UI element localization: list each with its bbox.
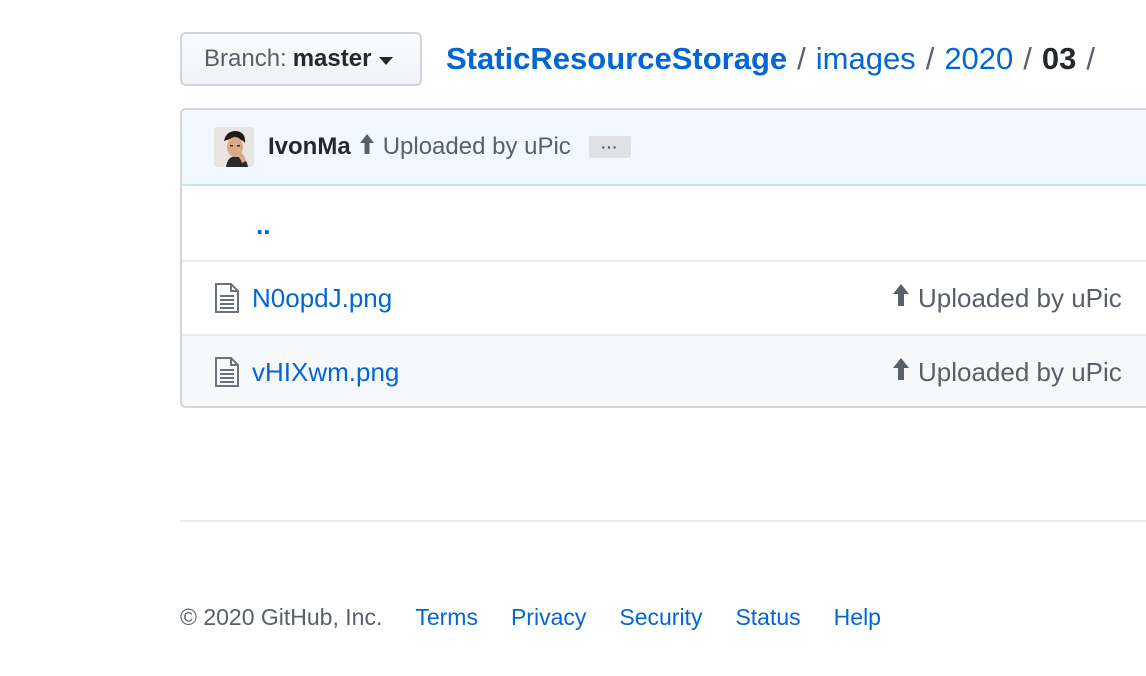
expand-commit-button[interactable]: ··· bbox=[588, 136, 631, 158]
parent-directory-row: .. bbox=[182, 186, 1146, 260]
file-link[interactable]: vHIXwm.png bbox=[252, 357, 399, 388]
page: Branch: master StaticResourceStorage / i… bbox=[0, 0, 1146, 676]
file-row: vHIXwm.png Uploaded by uPic bbox=[182, 334, 1146, 406]
breadcrumb-separator: / bbox=[1086, 41, 1096, 76]
arrow-up-icon bbox=[892, 357, 910, 388]
commit-author[interactable]: IvonMa bbox=[268, 133, 351, 161]
file-commit-message[interactable]: Uploaded by uPic bbox=[892, 336, 1122, 406]
breadcrumb-images-link[interactable]: images bbox=[816, 41, 916, 77]
breadcrumb-2020-link[interactable]: 2020 bbox=[944, 41, 1013, 77]
breadcrumb-current: 03 bbox=[1041, 41, 1077, 76]
file-commit-text: Uploaded by uPic bbox=[918, 356, 1122, 387]
breadcrumb: StaticResourceStorage / images / 2020 / … bbox=[446, 38, 1105, 80]
avatar[interactable] bbox=[214, 127, 254, 167]
commit-message[interactable]: Uploaded by uPic bbox=[383, 133, 571, 161]
file-row: N0opdJ.png Uploaded by uPic bbox=[182, 260, 1146, 334]
file-commit-message[interactable]: Uploaded by uPic bbox=[892, 262, 1122, 334]
footer-link-terms[interactable]: Terms bbox=[415, 604, 478, 631]
file-icon bbox=[215, 283, 239, 313]
breadcrumb-separator: / bbox=[925, 41, 935, 76]
footer-link-security[interactable]: Security bbox=[619, 604, 702, 631]
file-commit-text: Uploaded by uPic bbox=[918, 282, 1122, 313]
breadcrumb-separator: / bbox=[1023, 41, 1032, 76]
file-icon bbox=[215, 357, 239, 387]
footer: © 2020 GitHub, Inc. Terms Privacy Securi… bbox=[180, 604, 914, 631]
footer-link-privacy[interactable]: Privacy bbox=[511, 604, 586, 631]
footer-link-help[interactable]: Help bbox=[834, 604, 881, 631]
branch-name: master bbox=[292, 45, 372, 72]
arrow-up-icon bbox=[892, 283, 910, 314]
footer-divider bbox=[180, 520, 1146, 522]
parent-directory-link[interactable]: .. bbox=[256, 212, 270, 238]
file-listing: IvonMa Uploaded by uPic ··· .. N0opdJ.pn… bbox=[180, 108, 1146, 408]
footer-link-status[interactable]: Status bbox=[735, 604, 800, 631]
latest-commit-bar: IvonMa Uploaded by uPic ··· bbox=[182, 110, 1146, 186]
footer-copyright: © 2020 GitHub, Inc. bbox=[180, 604, 383, 630]
breadcrumb-separator: / bbox=[797, 41, 806, 76]
caret-down-icon bbox=[379, 56, 394, 65]
branch-label: Branch: bbox=[204, 45, 287, 72]
branch-select-button[interactable]: Branch: master bbox=[180, 32, 422, 86]
arrow-up-icon bbox=[359, 133, 375, 162]
breadcrumb-repo-link[interactable]: StaticResourceStorage bbox=[446, 41, 787, 77]
file-link[interactable]: N0opdJ.png bbox=[252, 283, 392, 314]
